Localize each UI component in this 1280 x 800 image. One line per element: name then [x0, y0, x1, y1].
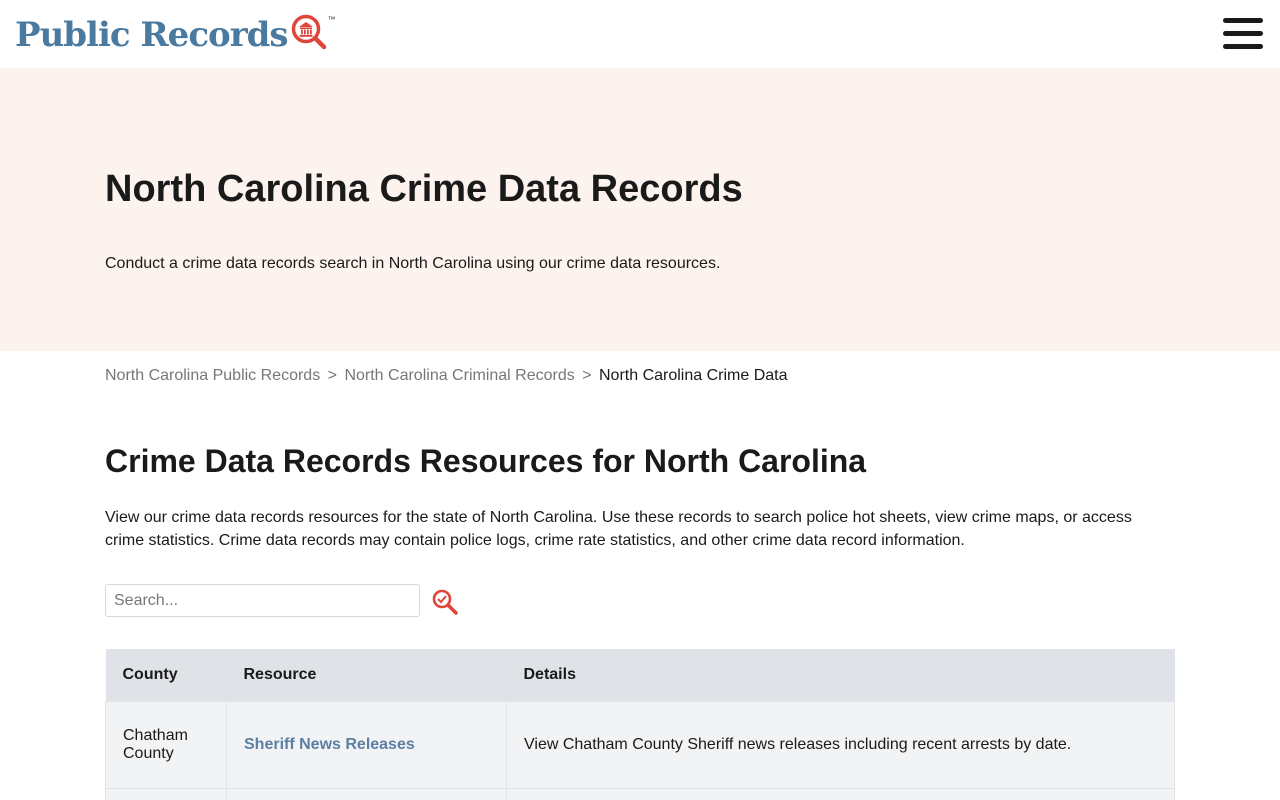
hamburger-menu-icon[interactable]	[1223, 18, 1263, 52]
records-table: County Resource Details Chatham County S…	[105, 649, 1175, 800]
column-header-county: County	[105, 649, 227, 701]
site-logo[interactable]: Public Records ™	[15, 13, 336, 57]
trademark-mark: ™	[327, 15, 336, 24]
page-title: North Carolina Crime Data Records	[105, 168, 743, 210]
details-cell: View Chatham County Sheriff news release…	[506, 700, 1175, 789]
capitol-magnifier-logo-icon: ™	[290, 13, 336, 56]
breadcrumb-separator: >	[327, 367, 337, 384]
section-description: View our crime data records resources fo…	[105, 509, 1132, 549]
page-subtitle: Conduct a crime data records search in N…	[105, 255, 721, 272]
resource-cell: Sheriff News Releases	[226, 700, 507, 789]
breadcrumb-link-criminal-records[interactable]: North Carolina Criminal Records	[344, 367, 574, 384]
menu-bar	[1223, 18, 1263, 23]
resource-cell	[226, 787, 507, 800]
hero-banner: North Carolina Crime Data Records Conduc…	[0, 68, 1280, 351]
section-title: Crime Data Records Resources for North C…	[105, 443, 867, 479]
breadcrumb-link-public-records[interactable]: North Carolina Public Records	[105, 367, 320, 384]
table-header-row: County Resource Details	[105, 649, 1175, 701]
site-header: Public Records ™	[0, 0, 1280, 68]
logo-text: Public Records	[15, 15, 289, 55]
menu-bar	[1223, 31, 1263, 36]
table-row	[105, 787, 1175, 800]
menu-bar	[1223, 44, 1263, 49]
breadcrumb: North Carolina Public Records > North Ca…	[105, 367, 788, 385]
details-cell	[506, 787, 1175, 800]
search-magnifier-icon[interactable]	[431, 588, 459, 616]
column-header-details: Details	[506, 649, 1175, 701]
breadcrumb-current: North Carolina Crime Data	[599, 367, 788, 384]
search-input[interactable]	[105, 584, 420, 617]
table-row: Chatham County Sheriff News Releases Vie…	[105, 700, 1175, 789]
county-cell	[105, 787, 227, 800]
resource-link[interactable]: Sheriff News Releases	[244, 736, 415, 753]
column-header-resource: Resource	[226, 649, 507, 701]
county-cell: Chatham County	[105, 700, 227, 789]
breadcrumb-separator: >	[582, 367, 592, 384]
